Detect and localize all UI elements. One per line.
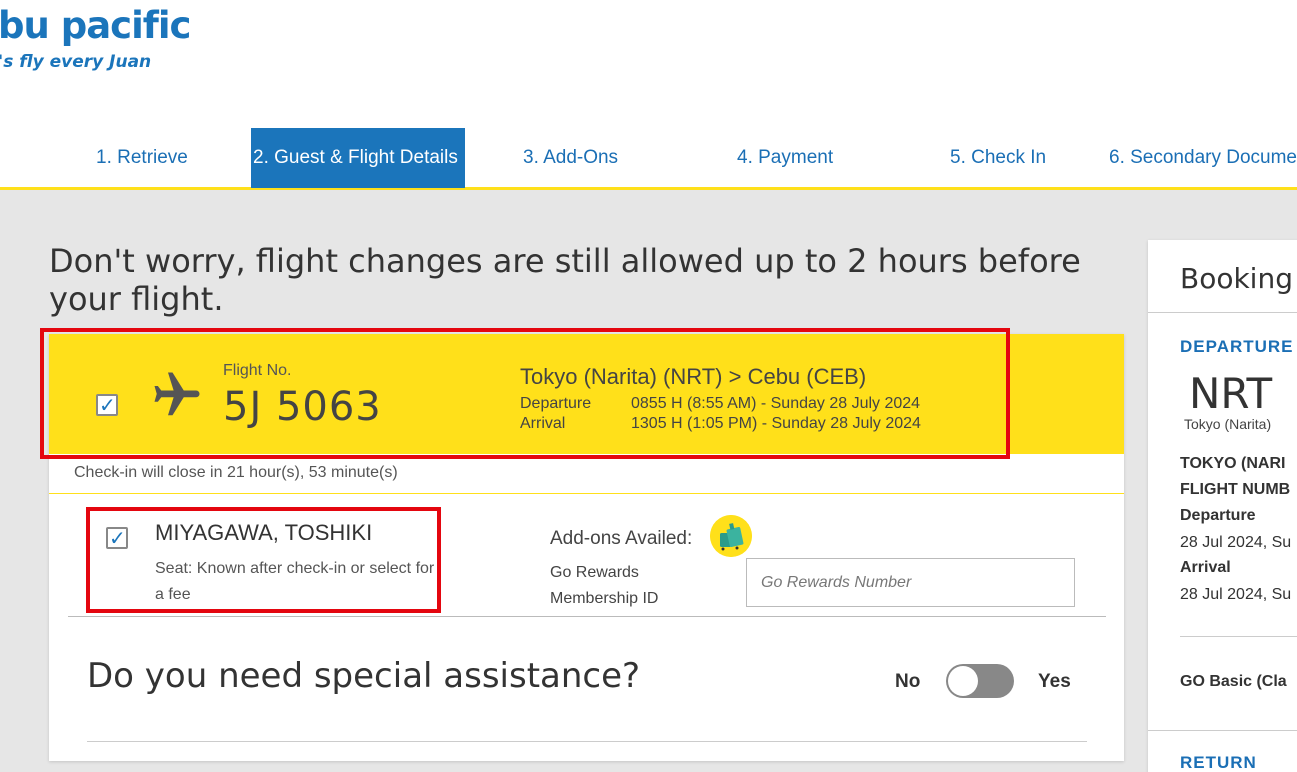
brand-tagline: 's fly every Juan xyxy=(0,52,152,72)
origin-city: Tokyo (Narita) xyxy=(1184,416,1272,432)
flight-number-label: Flight No. xyxy=(223,362,292,379)
summary-flight-number: FLIGHT NUMB xyxy=(1180,481,1291,498)
departure-heading: DEPARTURE xyxy=(1180,337,1294,356)
baggage-icon xyxy=(710,515,752,557)
flight-summary-band: Flight No. 5J 5063 Tokyo (Narita) (NRT) … xyxy=(49,334,1124,454)
summary-departure-date: 28 Jul 2024, Su xyxy=(1180,534,1292,551)
summary-departure-label: Departure xyxy=(1180,507,1256,524)
flight-route: Tokyo (Narita) (NRT) > Cebu (CEB) xyxy=(520,364,867,389)
departure-time: 0855 H (8:55 AM) - Sunday 28 July 2024 xyxy=(631,395,921,412)
arrival-label: Arrival xyxy=(520,415,566,432)
brand-logo[interactable]: bu pacific xyxy=(0,4,191,47)
passenger-select-checkbox[interactable] xyxy=(106,526,128,551)
special-assistance-question: Do you need special assistance? xyxy=(87,656,641,696)
divider xyxy=(87,741,1087,742)
step-check-in[interactable]: 5. Check In xyxy=(950,128,1046,188)
step-retrieve[interactable]: 1. Retrieve xyxy=(96,128,188,188)
go-rewards-input[interactable] xyxy=(746,558,1075,607)
arrival-time: 1305 H (1:05 PM) - Sunday 28 July 2024 xyxy=(631,415,921,432)
departure-label: Departure xyxy=(520,395,592,412)
step-secondary-documents[interactable]: 6. Secondary Docume xyxy=(1109,128,1297,188)
go-rewards-label: Go Rewards Membership ID xyxy=(550,564,659,607)
passenger-seat: Seat: Known after check-in or select for… xyxy=(155,560,435,603)
booking-summary-title: Booking S xyxy=(1180,262,1297,295)
divider xyxy=(68,616,1106,617)
checkin-close-notice: Check-in will close in 21 hour(s), 53 mi… xyxy=(74,464,398,481)
divider xyxy=(49,493,1124,494)
addons-availed-label: Add-ons Availed: xyxy=(550,528,693,549)
summary-arrival-date: 28 Jul 2024, Su xyxy=(1180,586,1292,603)
return-heading: RETURN xyxy=(1180,753,1257,772)
assistance-no-label: No xyxy=(895,671,921,692)
summary-arrival-label: Arrival xyxy=(1180,559,1231,576)
booking-summary-panel: Booking S DEPARTURE NRT Tokyo (Narita) T… xyxy=(1148,240,1297,772)
step-guest-flight-details[interactable]: 2. Guest & Flight Details xyxy=(251,128,465,188)
flight-number: 5J 5063 xyxy=(223,384,382,430)
checkin-steps-nav: 1. Retrieve 2. Guest & Flight Details 3.… xyxy=(0,84,1297,190)
page-headline: Don't worry, flight changes are still al… xyxy=(49,242,1081,318)
divider xyxy=(1148,312,1297,313)
assistance-yes-label: Yes xyxy=(1038,671,1071,692)
step-add-ons[interactable]: 3. Add-Ons xyxy=(523,128,618,188)
site-header: bu pacific 's fly every Juan xyxy=(0,0,1297,84)
toggle-knob xyxy=(948,666,978,696)
summary-route: TOKYO (NARI xyxy=(1180,455,1286,472)
plane-icon xyxy=(154,372,200,416)
step-payment[interactable]: 4. Payment xyxy=(737,128,833,188)
origin-code: NRT xyxy=(1189,369,1273,418)
passenger-name: MIYAGAWA, TOSHIKI xyxy=(155,520,373,545)
flight-card: Flight No. 5J 5063 Tokyo (Narita) (NRT) … xyxy=(49,334,1124,761)
summary-fare: GO Basic (Cla xyxy=(1180,673,1287,690)
special-assistance-toggle[interactable] xyxy=(946,664,1014,698)
divider xyxy=(1148,730,1297,731)
divider xyxy=(1180,636,1297,637)
flight-select-checkbox[interactable] xyxy=(96,393,118,418)
